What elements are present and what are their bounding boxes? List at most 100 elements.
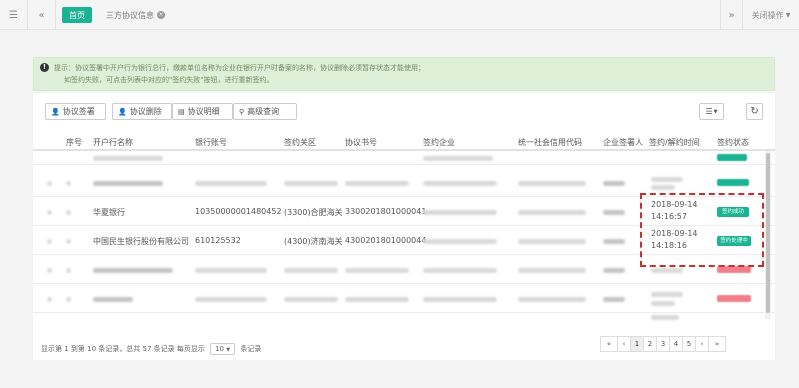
col-header-protocol[interactable]: 协议书号: [345, 137, 377, 148]
blurred-cell: [518, 239, 586, 244]
col-header-company[interactable]: 签约企业: [423, 137, 455, 148]
page-1[interactable]: 1: [630, 336, 644, 352]
blurred-cell: [47, 239, 52, 244]
blurred-cell: [651, 301, 675, 306]
table-row[interactable]: [33, 314, 775, 322]
tab-agreement-info[interactable]: 三方协议信息 ×: [100, 0, 171, 30]
col-header-account[interactable]: 银行账号: [195, 137, 227, 148]
menu-icon[interactable]: ☰: [0, 0, 28, 30]
table-row[interactable]: [33, 285, 775, 313]
page-3[interactable]: 3: [656, 336, 670, 352]
blurred-cell: [345, 297, 409, 302]
double-chevron-right-icon[interactable]: »: [720, 0, 742, 30]
blurred-cell: [284, 297, 338, 302]
user-plus-icon: 👤: [51, 107, 60, 116]
blurred-cell: [66, 297, 71, 302]
blurred-cell: [651, 268, 683, 273]
bank-name-cell: 中国民生银行股份有限公司: [93, 237, 189, 246]
pagination-info-suffix: 条记录: [240, 345, 262, 353]
customs-cell: (4300)济南海关: [284, 237, 343, 246]
page-last[interactable]: »: [708, 336, 726, 352]
table-panel: 👤 协议签署 👤 协议删除 ▤ 协议明细 ⚲ 高级查询 ☰ ▼ ↻ 序号 开户行…: [33, 93, 775, 360]
col-header-time[interactable]: 签约/解约时间: [649, 137, 700, 148]
advanced-search-button[interactable]: ⚲ 高级查询: [233, 103, 297, 120]
columns-icon: ☰: [705, 107, 713, 116]
status-badge: [717, 179, 749, 186]
protocol-cell: 3300201801000041: [345, 207, 427, 216]
blurred-cell: [284, 181, 338, 186]
blurred-cell: [93, 297, 133, 302]
agreement-detail-label: 协议明细: [187, 107, 220, 116]
col-header-index[interactable]: 序号: [66, 137, 82, 148]
top-tab-bar: ☰ « 首页 三方协议信息 × » 关闭操作 ▼: [0, 0, 799, 30]
blurred-cell: [66, 210, 71, 215]
blurred-cell: [603, 297, 625, 302]
blurred-cell: [195, 181, 267, 186]
blurred-cell: [423, 181, 497, 186]
col-header-signer[interactable]: 企业签署人: [603, 137, 643, 148]
double-chevron-left-icon[interactable]: «: [28, 0, 56, 30]
blurred-cell: [423, 268, 497, 273]
blurred-cell: [284, 268, 338, 273]
blurred-cell: [47, 268, 52, 273]
account-cell: 610125532: [195, 236, 241, 245]
tab-agreement-label: 三方协议信息: [106, 10, 154, 20]
col-header-bank-name[interactable]: 开户行名称: [93, 137, 133, 148]
columns-toggle-button[interactable]: ☰ ▼: [699, 103, 724, 120]
scrollbar-thumb[interactable]: [766, 153, 770, 313]
close-operations-label: 关闭操作: [751, 10, 784, 20]
blurred-cell: [518, 268, 586, 273]
page-size-select[interactable]: 10 ▼: [210, 343, 236, 355]
pagination: « ‹ 1 2 3 4 5 › »: [600, 336, 726, 352]
blurred-cell: [518, 297, 586, 302]
blurred-cell: [47, 297, 52, 302]
close-icon[interactable]: ×: [157, 11, 165, 19]
page-first[interactable]: «: [600, 336, 618, 352]
refresh-button[interactable]: ↻: [746, 103, 763, 120]
col-header-status[interactable]: 签约状态: [717, 137, 749, 148]
blurred-cell: [66, 181, 71, 186]
agreement-detail-button[interactable]: ▤ 协议明细: [172, 103, 233, 120]
blurred-cell: [603, 210, 625, 215]
customs-cell: (3300)合肥海关: [284, 208, 343, 217]
blurred-cell: [423, 156, 493, 161]
blurred-cell: [651, 177, 683, 182]
status-badge: [717, 295, 751, 302]
table-header: 序号 开户行名称 银行账号 签约关区 协议书号 签约企业 统一社会信用代码 企业…: [33, 131, 775, 151]
col-header-customs[interactable]: 签约关区: [284, 137, 316, 148]
page-5[interactable]: 5: [682, 336, 696, 352]
table-row[interactable]: [33, 153, 775, 165]
info-icon: !: [40, 63, 49, 72]
delete-agreement-label: 协议删除: [129, 107, 162, 116]
close-operations-button[interactable]: 关闭操作 ▼: [742, 0, 799, 30]
annotation-highlight-box: [640, 193, 764, 267]
search-icon: ⚲: [239, 107, 245, 116]
blurred-cell: [518, 181, 586, 186]
blurred-cell: [93, 156, 163, 161]
page-prev[interactable]: ‹: [617, 336, 631, 352]
blurred-cell: [66, 268, 71, 273]
page-2[interactable]: 2: [643, 336, 657, 352]
page-4[interactable]: 4: [669, 336, 683, 352]
info-alert: ! 提示：协议签署中开户行为银行总行，缴款单位名称为企业在银行开户时备案的名称，…: [33, 57, 775, 91]
delete-agreement-button[interactable]: 👤 协议删除: [112, 103, 172, 120]
caret-down-icon: ▼: [226, 347, 231, 353]
table-scrollbar[interactable]: [765, 151, 771, 319]
page-next[interactable]: ›: [695, 336, 709, 352]
sign-agreement-button[interactable]: 👤 协议签署: [45, 103, 106, 120]
status-badge: [717, 154, 747, 161]
pagination-info-prefix: 显示第 1 到第 10 条记录，总共 57 条记录 每页显示: [41, 345, 205, 353]
bank-name-cell: 华夏银行: [93, 208, 125, 217]
blurred-cell: [47, 210, 52, 215]
blurred-cell: [93, 268, 173, 273]
blurred-cell: [423, 210, 497, 215]
list-icon: ▤: [178, 107, 185, 116]
blurred-cell: [195, 297, 267, 302]
account-cell: 10350000001480452: [195, 207, 282, 216]
pagination-info: 显示第 1 到第 10 条记录，总共 57 条记录 每页显示 10 ▼ 条记录: [41, 343, 261, 355]
tab-home[interactable]: 首页: [62, 7, 92, 23]
blurred-cell: [47, 181, 52, 186]
protocol-cell: 4300201801000044: [345, 236, 427, 245]
blurred-cell: [345, 181, 409, 186]
col-header-credit-code[interactable]: 统一社会信用代码: [518, 137, 582, 148]
